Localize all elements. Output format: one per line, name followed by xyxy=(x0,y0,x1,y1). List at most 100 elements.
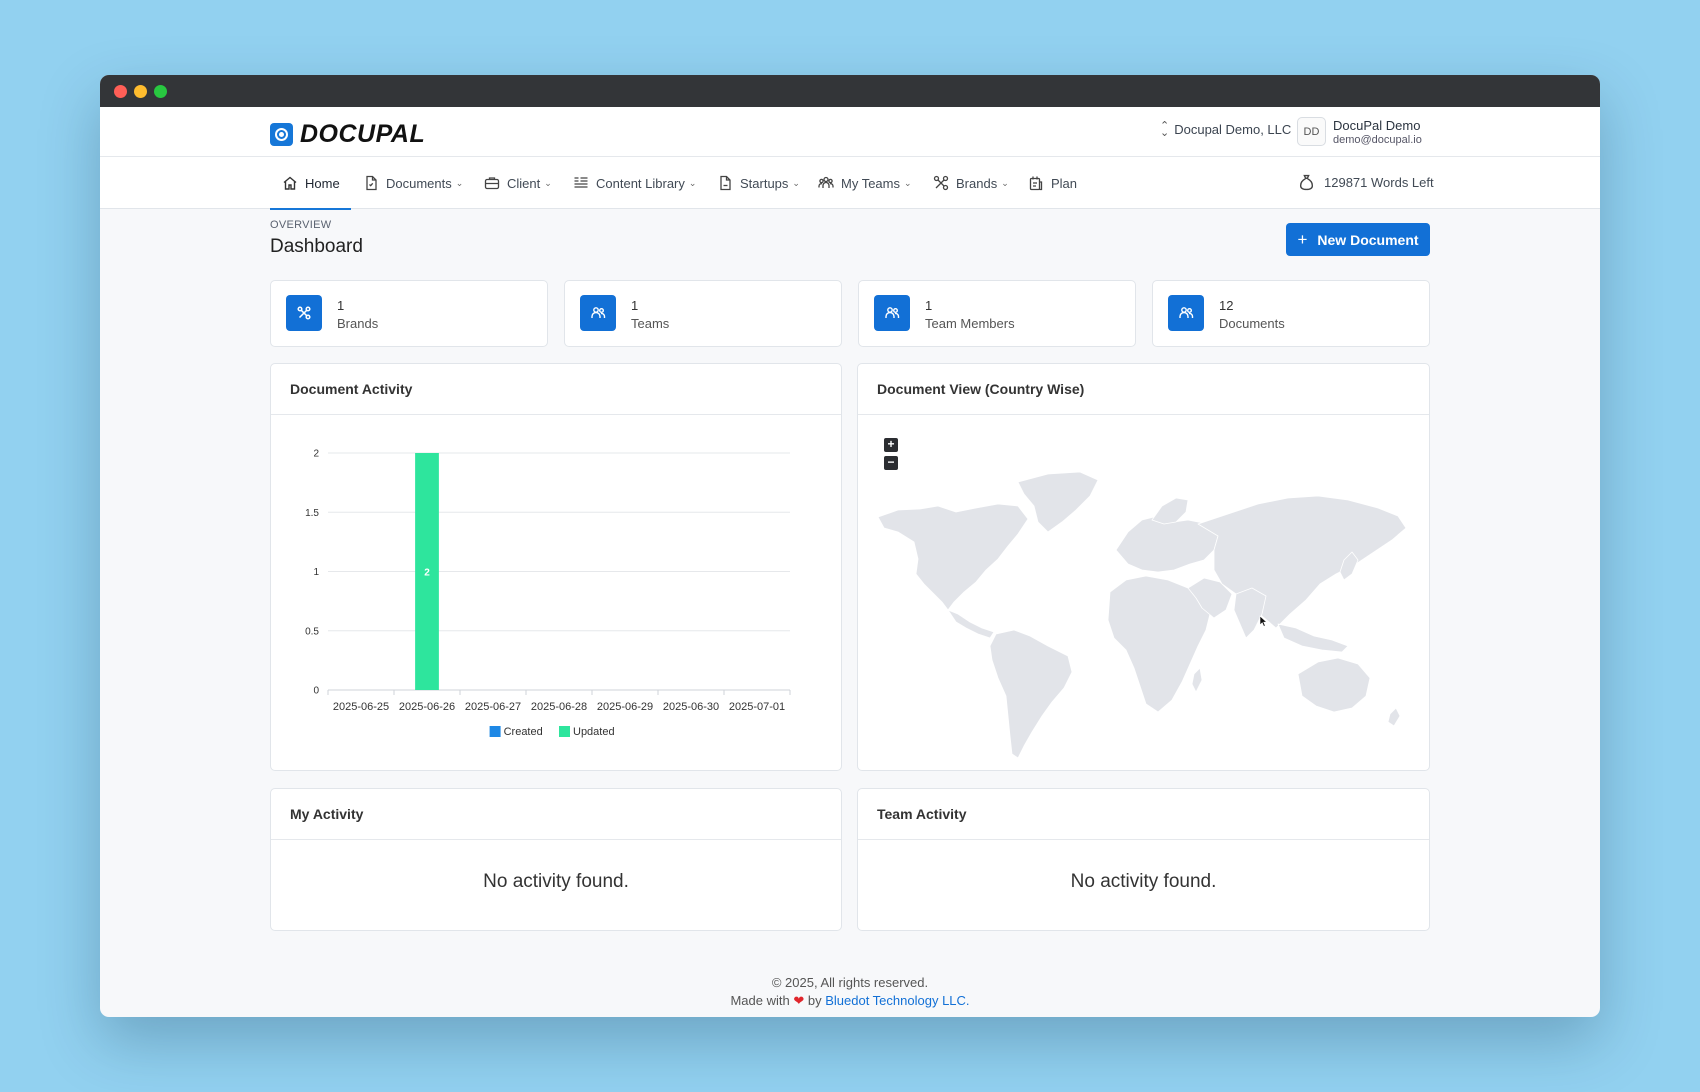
nav-plan-label: Plan xyxy=(1051,175,1078,191)
chevron-down-icon: ⌄ xyxy=(1001,177,1009,188)
document-icon xyxy=(366,175,377,191)
y-tick-label: 2 xyxy=(313,449,319,460)
card-title: Document Activity xyxy=(271,364,841,415)
stat-card-documents[interactable]: 12 Documents xyxy=(1152,280,1430,347)
nav-startups[interactable]: Startups ⌄ xyxy=(717,157,800,209)
plan-icon xyxy=(1029,176,1043,191)
map-north-america[interactable] xyxy=(877,503,1029,611)
y-tick-label: 1 xyxy=(313,567,319,578)
home-icon xyxy=(283,176,297,190)
stat-value: 12 xyxy=(1219,298,1234,313)
close-window-button[interactable] xyxy=(114,85,127,98)
chevron-down-icon: ⌄ xyxy=(792,177,800,188)
org-switcher[interactable]: ⌃ ⌄ Docupal Demo, LLC xyxy=(1160,119,1291,139)
chevron-down-icon: ⌄ xyxy=(688,177,697,188)
words-left-counter: 129871 Words Left xyxy=(1298,174,1434,191)
new-document-button[interactable]: + New Document xyxy=(1286,223,1430,256)
footer-made-with: Made with xyxy=(730,993,790,1008)
chevron-down-icon: ⌄ xyxy=(904,177,912,188)
map-asia[interactable] xyxy=(1197,495,1407,629)
map-new-zealand[interactable] xyxy=(1387,707,1401,727)
world-map[interactable] xyxy=(858,424,1429,764)
logo-text: DOCUPAL xyxy=(300,120,426,148)
user-menu[interactable]: DD DocuPal Demo demo@docupal.io xyxy=(1297,117,1422,146)
chevron-down-icon: ⌄ xyxy=(544,177,552,188)
library-icon xyxy=(574,177,588,188)
brand-icon xyxy=(933,175,949,191)
x-tick-label: 2025-06-27 xyxy=(465,701,521,713)
map-southeast-asia[interactable] xyxy=(1277,623,1349,653)
logo[interactable]: DOCUPAL xyxy=(270,120,425,149)
document-view-card: Document View (Country Wise) + − xyxy=(857,363,1430,771)
y-tick-label: 0 xyxy=(313,686,319,697)
nav-documents[interactable]: Documents ⌄ xyxy=(363,157,463,209)
stat-label: Team Members xyxy=(925,316,1015,331)
nav-content-library[interactable]: Content Library ⌄ xyxy=(573,157,696,209)
maximize-window-button[interactable] xyxy=(154,85,167,98)
page-overline: OVERVIEW xyxy=(270,219,332,231)
data-label: 2 xyxy=(424,568,430,579)
document-activity-chart: 0 0.5 1 1.5 2 2025-06-25 2025-06-26 2025-06-27 2… xyxy=(305,449,791,738)
browser-window: DOCUPAL ⌃ ⌄ Docupal Demo, LLC DD DocuPal … xyxy=(100,75,1600,1017)
stat-value: 1 xyxy=(925,298,933,313)
map-greenland[interactable] xyxy=(1017,471,1099,533)
map-scandinavia[interactable] xyxy=(1151,497,1189,525)
nav-home-label: Home xyxy=(305,175,340,191)
nav-my-teams[interactable]: My Teams ⌄ xyxy=(818,157,912,209)
title-bar xyxy=(100,75,1600,107)
chevron-up-down-icon: ⌃ ⌄ xyxy=(1160,119,1170,139)
app-header: DOCUPAL ⌃ ⌄ Docupal Demo, LLC DD DocuPal … xyxy=(100,107,1600,157)
money-bag-icon xyxy=(1299,174,1314,191)
nav-documents-label: Documents xyxy=(386,175,452,191)
x-tick-label: 2025-06-30 xyxy=(663,701,719,713)
footer-by: by xyxy=(807,993,822,1008)
team-icon xyxy=(885,307,900,318)
map-central-america[interactable] xyxy=(947,609,995,639)
stat-card-brands[interactable]: 1 Brands xyxy=(270,280,548,347)
words-left-text: 129871 Words Left xyxy=(1324,175,1434,190)
x-tick-label: 2025-07-01 xyxy=(729,701,785,713)
company-link[interactable]: Bluedot Technology LLC. xyxy=(825,993,969,1008)
team-icon xyxy=(591,307,606,318)
x-tick-label: 2025-06-25 xyxy=(333,701,389,713)
card-title: Document View (Country Wise) xyxy=(858,364,1429,415)
file-icon xyxy=(720,175,731,191)
empty-state-text: No activity found. xyxy=(483,871,629,892)
briefcase-icon xyxy=(484,177,500,190)
empty-state-text: No activity found. xyxy=(1070,871,1217,892)
avatar: DD xyxy=(1297,117,1326,146)
x-tick-label: 2025-06-26 xyxy=(399,701,455,713)
minimize-window-button[interactable] xyxy=(134,85,147,98)
nav-content-library-label: Content Library xyxy=(596,175,685,191)
nav-client[interactable]: Client ⌄ xyxy=(484,157,552,209)
y-tick-label: 0.5 xyxy=(305,626,319,637)
legend-label: Updated xyxy=(573,726,615,738)
card-title: My Activity xyxy=(271,789,841,840)
stat-card-team-members[interactable]: 1 Team Members xyxy=(858,280,1136,347)
heart-icon: ❤ xyxy=(793,993,805,1008)
page-title: Dashboard xyxy=(270,236,363,257)
nav-my-teams-label: My Teams xyxy=(841,175,900,191)
y-tick-label: 1.5 xyxy=(305,508,319,519)
document-activity-card: Document Activity 0 0.5 1 1.5 2 2025-06-25 202… xyxy=(270,363,842,771)
map-india[interactable] xyxy=(1233,587,1267,639)
user-email: demo@docupal.io xyxy=(1333,133,1422,146)
nav-startups-label: Startups xyxy=(740,175,789,191)
nav-home[interactable]: Home xyxy=(270,157,351,210)
map-australia[interactable] xyxy=(1297,657,1371,713)
plus-icon: + xyxy=(1297,229,1308,249)
nav-brands[interactable]: Brands ⌄ xyxy=(933,157,1009,209)
stat-label: Teams xyxy=(631,316,670,331)
legend-label: Created xyxy=(504,726,543,738)
footer-credits: Made with ❤ by Bluedot Technology LLC. xyxy=(100,993,1600,1009)
nav-brands-label: Brands xyxy=(956,175,998,191)
stat-card-teams[interactable]: 1 Teams xyxy=(564,280,842,347)
x-tick-label: 2025-06-28 xyxy=(531,701,587,713)
map-madagascar[interactable] xyxy=(1191,667,1203,693)
map-south-america[interactable] xyxy=(989,629,1073,759)
x-tick-label: 2025-06-29 xyxy=(597,701,653,713)
card-title: Team Activity xyxy=(858,789,1429,840)
stat-label: Brands xyxy=(337,316,379,331)
stat-value: 1 xyxy=(631,298,639,313)
nav-plan[interactable]: Plan xyxy=(1028,157,1077,209)
